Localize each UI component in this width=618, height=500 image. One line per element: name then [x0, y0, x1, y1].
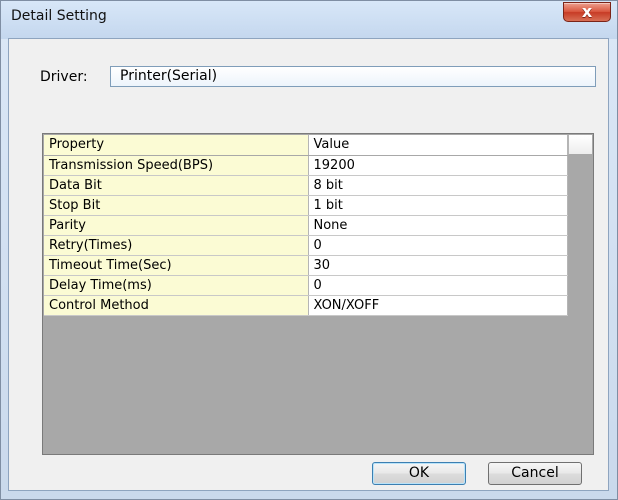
ok-button[interactable]: OK	[372, 462, 466, 485]
detail-setting-window: Detail Setting x Driver: Printer(Serial)…	[0, 0, 618, 500]
value-cell[interactable]: None	[308, 215, 568, 236]
table-row[interactable]: Timeout Time(Sec) 30	[44, 255, 568, 276]
cancel-button[interactable]: Cancel	[488, 462, 582, 485]
dialog-body: Driver: Printer(Serial) Property Value T…	[8, 38, 609, 491]
property-cell: Transmission Speed(BPS)	[44, 155, 309, 176]
table-header-filler	[568, 135, 592, 155]
column-header-value[interactable]: Value	[308, 135, 568, 156]
driver-field: Printer(Serial)	[110, 66, 596, 87]
value-cell[interactable]: 19200	[308, 155, 568, 176]
value-cell[interactable]: 0	[308, 235, 568, 256]
column-header-property[interactable]: Property	[44, 135, 309, 156]
property-cell: Delay Time(ms)	[44, 275, 309, 296]
close-icon: x	[581, 2, 593, 21]
table-row[interactable]: Parity None	[44, 215, 568, 236]
property-cell: Parity	[44, 215, 309, 236]
table-row[interactable]: Control Method XON/XOFF	[44, 295, 568, 316]
driver-value: Printer(Serial)	[120, 68, 218, 84]
table-row[interactable]: Transmission Speed(BPS) 19200	[44, 155, 568, 176]
property-table: Property Value Transmission Speed(BPS) 1…	[44, 135, 568, 316]
property-table-area: Property Value Transmission Speed(BPS) 1…	[42, 133, 594, 455]
property-cell: Retry(Times)	[44, 235, 309, 256]
table-row[interactable]: Delay Time(ms) 0	[44, 275, 568, 296]
close-button[interactable]: x	[563, 2, 611, 22]
value-cell[interactable]: 30	[308, 255, 568, 276]
property-cell: Timeout Time(Sec)	[44, 255, 309, 276]
title-bar[interactable]: Detail Setting x	[1, 1, 617, 39]
table-row[interactable]: Data Bit 8 bit	[44, 175, 568, 196]
value-cell[interactable]: XON/XOFF	[308, 295, 568, 316]
property-cell: Control Method	[44, 295, 309, 316]
property-cell: Data Bit	[44, 175, 309, 196]
property-cell: Stop Bit	[44, 195, 309, 216]
window-title: Detail Setting	[11, 8, 107, 24]
value-cell[interactable]: 0	[308, 275, 568, 296]
table-header-row: Property Value	[44, 135, 568, 156]
value-cell[interactable]: 8 bit	[308, 175, 568, 196]
value-cell[interactable]: 1 bit	[308, 195, 568, 216]
table-row[interactable]: Retry(Times) 0	[44, 235, 568, 256]
table-row[interactable]: Stop Bit 1 bit	[44, 195, 568, 216]
driver-label: Driver:	[40, 69, 88, 85]
